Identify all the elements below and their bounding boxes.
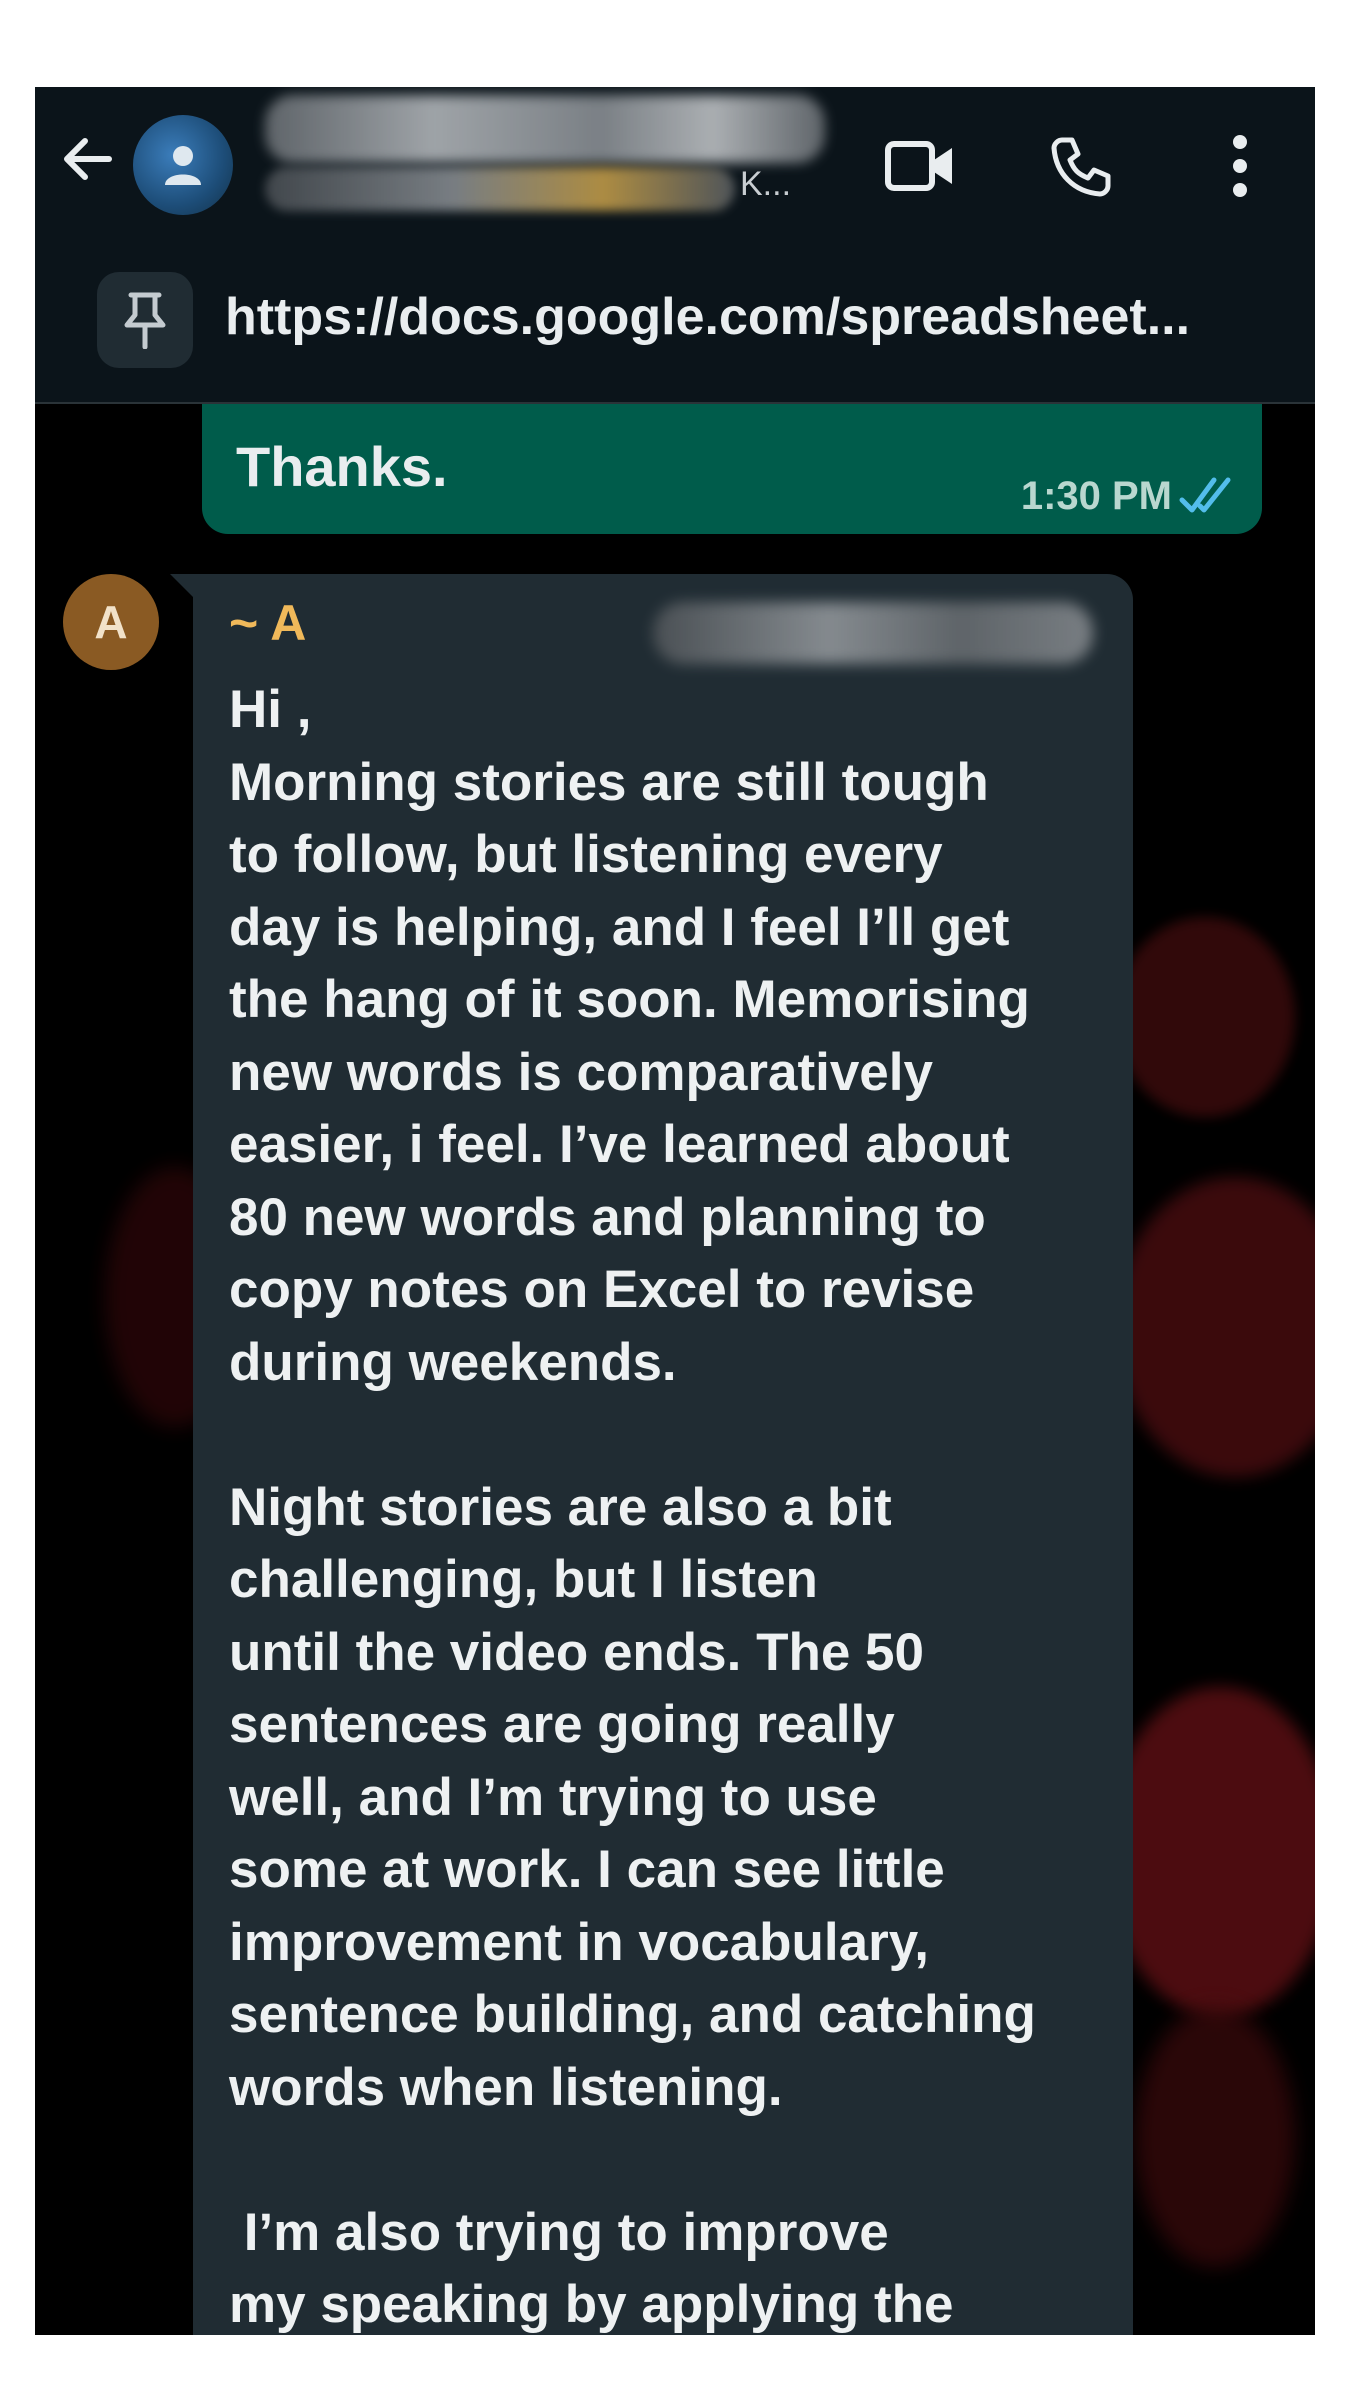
message-line: words when listening. xyxy=(229,2057,783,2117)
message-line: the hang of it soon. Memorising xyxy=(229,970,1030,1029)
background-flamingo-shape xyxy=(1115,917,1295,1117)
message-line: challenging, but I listen xyxy=(229,1550,818,1609)
group-avatar-icon xyxy=(165,146,201,185)
background-flamingo-shape xyxy=(1105,1687,1315,2017)
sender-phone-redacted xyxy=(653,602,1093,664)
message-line: well, and I’m trying to use xyxy=(229,1767,877,1827)
message-line: day is helping, and I feel I’ll get xyxy=(229,897,1010,957)
message-line: during weekends. xyxy=(229,1332,677,1392)
more-options-button[interactable] xyxy=(1195,121,1285,211)
back-button[interactable] xyxy=(55,127,119,191)
group-avatar[interactable] xyxy=(133,115,233,215)
sender-name[interactable]: ~ A xyxy=(229,594,306,652)
outgoing-message-text: Thanks. xyxy=(236,435,448,498)
pinned-link-text[interactable]: https://docs.google.com/spreadsheet... xyxy=(225,287,1305,347)
more-vert-icon xyxy=(1233,135,1247,197)
message-line: to follow, but listening every xyxy=(229,825,943,884)
contact-name-redacted[interactable] xyxy=(265,95,825,163)
message-line: sentences are going really xyxy=(229,1695,895,1754)
background-flamingo-shape xyxy=(1115,1177,1315,1477)
message-line: my speaking by applying the xyxy=(229,2275,954,2334)
pinned-message-bar[interactable]: https://docs.google.com/spreadsheet... xyxy=(35,237,1315,404)
message-line: 80 new words and planning to xyxy=(229,1187,986,1247)
message-line xyxy=(229,2124,1109,2197)
video-call-icon xyxy=(885,141,952,191)
sender-avatar[interactable]: A xyxy=(63,574,159,670)
pin-icon xyxy=(124,292,166,349)
back-arrow-icon xyxy=(64,138,112,180)
message-line: easier, i feel. I’ve learned about xyxy=(229,1115,1010,1174)
phone-call-icon xyxy=(1051,137,1111,197)
message-line: I’m also trying to improve xyxy=(229,2202,889,2262)
message-line: improvement in vocabulary, xyxy=(229,1912,929,1972)
chat-header: K... xyxy=(35,87,1315,238)
chat-screen: K... https://docs.google.com/spreadsheet… xyxy=(35,87,1315,2335)
pin-button[interactable] xyxy=(97,272,193,368)
background-flamingo-shape xyxy=(1135,2007,1295,2267)
message-line: Hi , xyxy=(229,680,312,739)
message-line: sentence building, and catching xyxy=(229,1985,1036,2044)
incoming-message-bubble[interactable]: ~ A Hi , Morning stories are still tough t… xyxy=(193,574,1133,2335)
incoming-message-text: Hi , Morning stories are still tough to fo… xyxy=(229,674,1109,2335)
message-line: copy notes on Excel to revise xyxy=(229,1260,975,1319)
message-line: Morning stories are still tough xyxy=(229,752,989,812)
message-line: Night stories are also a bit xyxy=(229,1477,892,1537)
outgoing-message-bubble[interactable]: Thanks. 1:30 PM xyxy=(202,404,1262,534)
message-line xyxy=(229,1399,1109,1472)
voice-call-button[interactable] xyxy=(1035,121,1125,211)
video-call-button[interactable] xyxy=(875,121,965,211)
message-line: new words is comparatively xyxy=(229,1042,933,1102)
message-timestamp: 1:30 PM xyxy=(1020,474,1172,518)
participants-suffix: K... xyxy=(740,165,792,203)
double-check-icon xyxy=(1179,477,1231,513)
message-line: some at work. I can see little xyxy=(229,1840,945,1899)
participants-redacted xyxy=(265,167,735,211)
message-line: until the video ends. The 50 xyxy=(229,1622,925,1682)
